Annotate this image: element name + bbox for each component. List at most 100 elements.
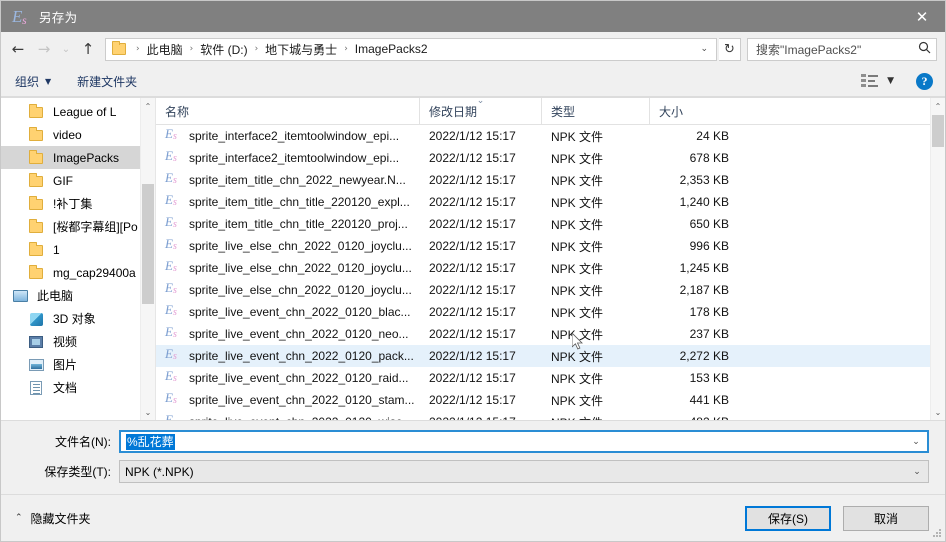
sidebar-item-11[interactable]: 图片	[1, 353, 155, 376]
sidebar-item-0[interactable]: League of L	[1, 100, 155, 123]
file-rows: Es sprite_interface2_itemtoolwindow_epi..…	[156, 125, 945, 420]
column-header-name[interactable]: 名称	[156, 98, 419, 125]
table-row[interactable]: Es sprite_item_title_chn_2022_newyear.N..…	[156, 169, 945, 191]
cancel-button[interactable]: 取消	[843, 505, 929, 531]
close-icon[interactable]: ✕	[899, 1, 945, 32]
sidebar-item-2[interactable]: ImagePacks	[1, 146, 155, 169]
scrollbar-thumb[interactable]	[142, 184, 154, 304]
sidebar-item-3[interactable]: GIF	[1, 169, 155, 192]
up-button[interactable]: ↑	[75, 36, 101, 62]
breadcrumb-item-3[interactable]: ImagePacks2	[354, 42, 429, 56]
table-row[interactable]: Es sprite_live_else_chn_2022_0120_joyclu.…	[156, 257, 945, 279]
sidebar-item-12[interactable]: 文档	[1, 376, 155, 399]
chevron-down-icon[interactable]: ▼	[887, 76, 894, 86]
table-row[interactable]: Es sprite_live_else_chn_2022_0120_joyclu.…	[156, 235, 945, 257]
file-name-cell: sprite_interface2_itemtoolwindow_epi...	[189, 129, 400, 143]
filetype-label: 保存类型(T):	[44, 465, 111, 479]
pictures-icon	[29, 357, 46, 372]
filename-row: 文件名(N): %乱花葬 ⌄	[1, 430, 945, 453]
scroll-up-icon[interactable]: ⌃	[931, 98, 945, 114]
file-size-cell: 153 KB	[689, 371, 729, 385]
table-row[interactable]: Es sprite_live_event_chn_2022_0120_wise..…	[156, 411, 945, 420]
help-icon[interactable]: ?	[916, 72, 933, 90]
breadcrumb-item-2[interactable]: 地下城与勇士	[264, 41, 338, 58]
file-date-cell: 2022/1/12 15:17	[429, 283, 516, 297]
command-bar-right: ▼ ?	[861, 72, 945, 90]
file-list-scrollbar[interactable]: ⌃ ⌄	[930, 98, 945, 420]
filetype-select[interactable]: NPK (*.NPK) ⌄	[119, 460, 929, 483]
scroll-down-icon[interactable]: ⌄	[931, 404, 945, 420]
save-button[interactable]: 保存(S)	[745, 505, 831, 531]
scrollbar-thumb[interactable]	[932, 115, 944, 147]
scroll-down-icon[interactable]: ⌄	[141, 404, 155, 420]
breadcrumb-item-1[interactable]: 软件 (D:)	[199, 41, 248, 58]
table-row[interactable]: Es sprite_interface2_itemtoolwindow_epi..…	[156, 125, 945, 147]
file-name-cell: sprite_item_title_chn_title_220120_expl.…	[189, 195, 410, 209]
table-row[interactable]: Es sprite_live_event_chn_2022_0120_stam..…	[156, 389, 945, 411]
column-header-size[interactable]: 大小	[649, 98, 739, 125]
filename-input[interactable]: %乱花葬	[121, 433, 905, 450]
file-type-cell: NPK 文件	[551, 151, 604, 166]
folder-icon	[29, 150, 46, 165]
file-size-cell: 2,353 KB	[679, 173, 729, 187]
sidebar-item-7[interactable]: mg_cap29400a	[1, 261, 155, 284]
file-type-cell: NPK 文件	[551, 371, 604, 386]
breadcrumb-item-0[interactable]: 此电脑	[146, 41, 184, 58]
forward-button[interactable]: →	[31, 36, 57, 62]
sidebar-item-5[interactable]: [桜都字幕组][Po	[1, 215, 155, 238]
resize-grip[interactable]	[932, 528, 942, 538]
file-name-cell: sprite_live_event_chn_2022_0120_stam...	[189, 393, 415, 407]
sidebar-item-label: 文档	[53, 381, 78, 395]
navigation-pane: League of L video ImagePacks GIF !补丁集 [桜都字幕组]…	[1, 98, 156, 420]
table-row[interactable]: Es sprite_live_event_chn_2022_0120_blac..…	[156, 301, 945, 323]
view-layout-icon[interactable]	[861, 74, 879, 88]
table-row[interactable]: Es sprite_item_title_chn_title_220120_pro…	[156, 213, 945, 235]
sidebar-item-6[interactable]: 1	[1, 238, 155, 261]
refresh-icon[interactable]: ↻	[719, 37, 741, 61]
breadcrumb[interactable]: › 此电脑 › 软件 (D:) › 地下城与勇士 › ImagePacks2 ⌄	[105, 37, 717, 61]
new-folder-button[interactable]: 新建文件夹	[77, 73, 137, 90]
sidebar-item-8[interactable]: 此电脑	[1, 284, 155, 307]
file-date-cell: 2022/1/12 15:17	[429, 349, 516, 363]
filename-value: %乱花葬	[126, 434, 175, 450]
column-header-date[interactable]: ⌄ 修改日期	[419, 98, 541, 125]
npk-file-icon: Es	[165, 126, 177, 142]
scroll-up-icon[interactable]: ⌃	[141, 98, 155, 114]
sidebar-scrollbar[interactable]: ⌃ ⌄	[140, 98, 155, 420]
table-row[interactable]: Es sprite_item_title_chn_title_220120_exp…	[156, 191, 945, 213]
table-row[interactable]: Es sprite_interface2_itemtoolwindow_epi..…	[156, 147, 945, 169]
sidebar-item-1[interactable]: video	[1, 123, 155, 146]
sidebar-item-label: League of L	[53, 104, 117, 119]
chevron-down-icon[interactable]: ⌄	[906, 467, 928, 477]
save-as-dialog: Es 另存为 ✕ ← → ⌄ ↑ › 此电脑 › 软件 (D:) › 地下城与勇…	[0, 0, 946, 542]
table-row[interactable]: Es sprite_live_else_chn_2022_0120_joyclu.…	[156, 279, 945, 301]
file-size-cell: 1,240 KB	[679, 195, 729, 209]
npk-file-icon: Es	[165, 412, 177, 420]
file-date-cell: 2022/1/12 15:17	[429, 261, 516, 275]
npk-file-icon: Es	[165, 302, 177, 318]
chevron-down-icon[interactable]: ⌄	[905, 437, 927, 447]
organize-button[interactable]: 组织 ▼	[15, 73, 51, 90]
search-input[interactable]: 搜索"ImagePacks2"	[748, 41, 912, 58]
folder-icon	[29, 219, 46, 234]
sidebar-item-4[interactable]: !补丁集	[1, 192, 155, 215]
table-row[interactable]: Es sprite_live_event_chn_2022_0120_neo...…	[156, 323, 945, 345]
search-box[interactable]: 搜索"ImagePacks2"	[747, 37, 937, 61]
file-date-cell: 2022/1/12 15:17	[429, 151, 516, 165]
file-size-cell: 650 KB	[689, 217, 729, 231]
file-size-cell: 237 KB	[689, 327, 729, 341]
filename-field[interactable]: %乱花葬 ⌄	[119, 430, 929, 453]
sidebar-item-label: 图片	[53, 358, 78, 372]
recent-locations-button[interactable]: ⌄	[57, 36, 75, 62]
column-header-type[interactable]: 类型	[541, 98, 649, 125]
back-button[interactable]: ←	[5, 36, 31, 62]
table-row[interactable]: Es sprite_live_event_chn_2022_0120_raid..…	[156, 367, 945, 389]
sidebar-item-9[interactable]: 3D 对象	[1, 307, 155, 330]
sidebar-item-10[interactable]: 视频	[1, 330, 155, 353]
sidebar-item-label: 视频	[53, 335, 78, 349]
table-row[interactable]: Es sprite_live_event_chn_2022_0120_pack..…	[156, 345, 945, 367]
hide-folders-toggle[interactable]: ⌃ 隐藏文件夹	[15, 510, 91, 527]
breadcrumb-separator: ›	[189, 44, 194, 54]
chevron-down-icon[interactable]: ⌄	[692, 44, 716, 54]
file-date-cell: 2022/1/12 15:17	[429, 393, 516, 407]
